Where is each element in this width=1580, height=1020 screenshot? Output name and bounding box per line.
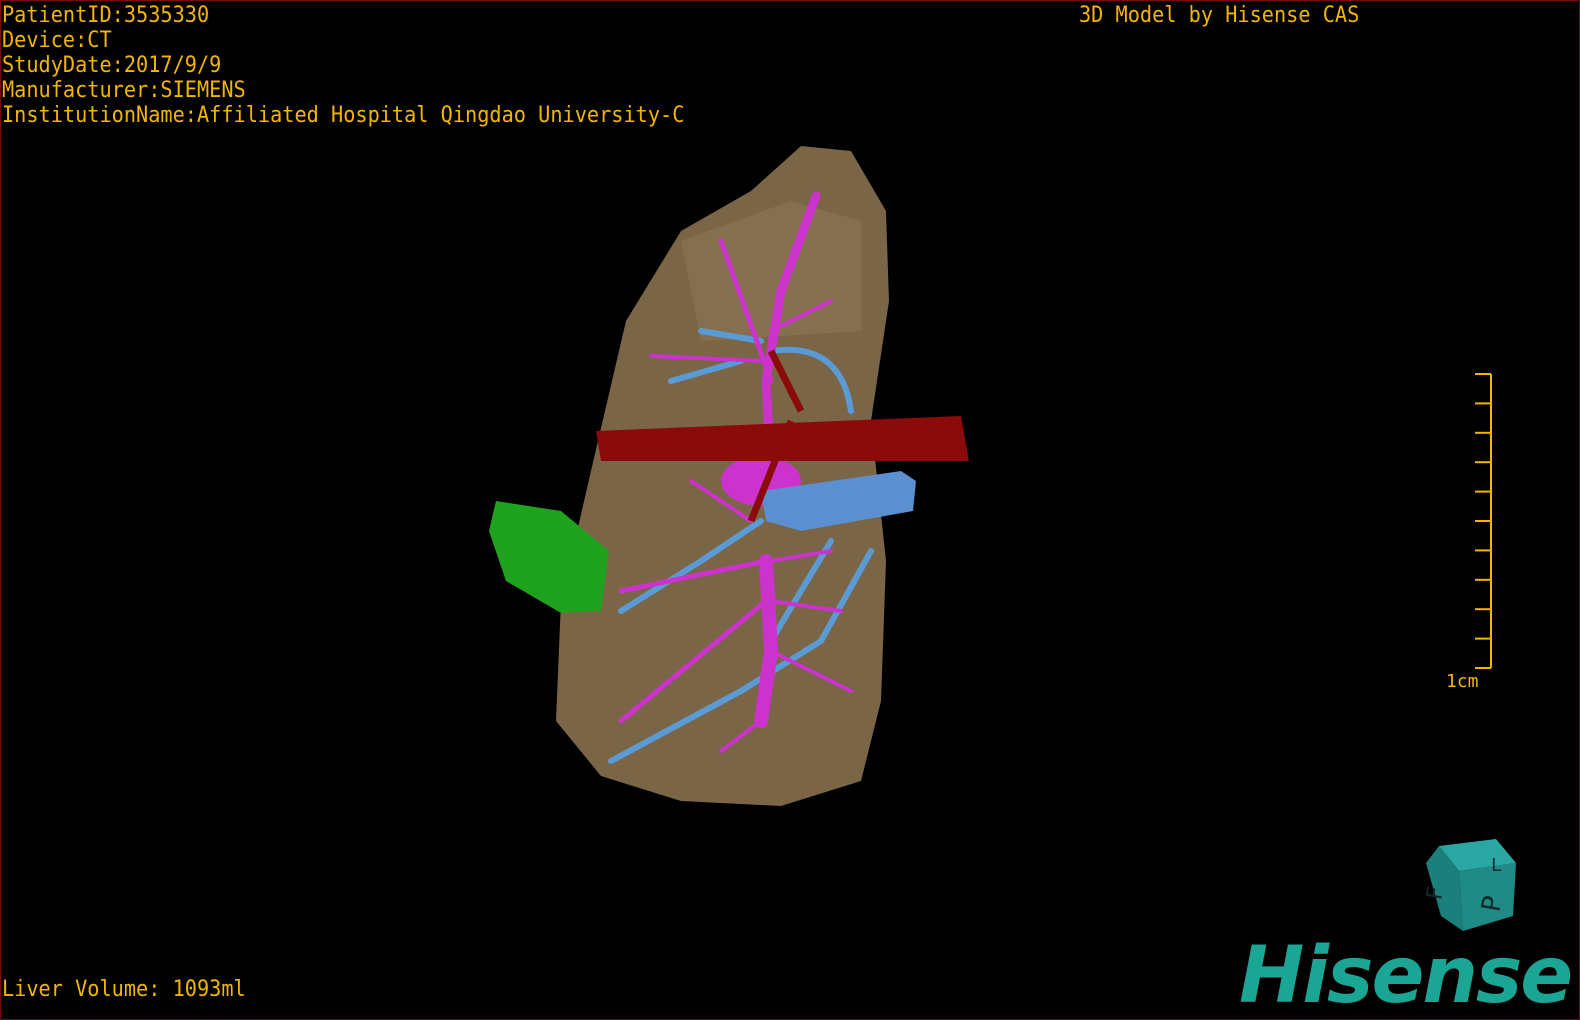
- orientation-cube[interactable]: F L P: [1422, 839, 1516, 931]
- device: Device:CT: [2, 28, 112, 53]
- scale-bar: [1475, 373, 1492, 669]
- liver-3d-model[interactable]: F L P: [1, 1, 1579, 1019]
- brand-text: 3D Model by Hisense CAS: [1079, 3, 1360, 28]
- hisense-logo: Hisense: [1239, 931, 1573, 1020]
- cube-face-l: L: [1491, 855, 1502, 876]
- study-date: StudyDate:2017/9/9: [2, 53, 222, 78]
- 3d-viewport[interactable]: F L P PatientID:3535330 Device:CT StudyDat…: [0, 0, 1580, 1020]
- manufacturer: Manufacturer:SIEMENS: [2, 78, 246, 103]
- patient-id: PatientID:3535330: [2, 3, 210, 28]
- liver-volume: Liver Volume: 1093ml: [2, 977, 246, 1002]
- scale-label: 1cm: [1446, 671, 1479, 692]
- institution-name: InstitutionName:Affiliated Hospital Qing…: [2, 103, 685, 128]
- dicom-info: PatientID:3535330 Device:CT StudyDate:2017…: [2, 3, 684, 128]
